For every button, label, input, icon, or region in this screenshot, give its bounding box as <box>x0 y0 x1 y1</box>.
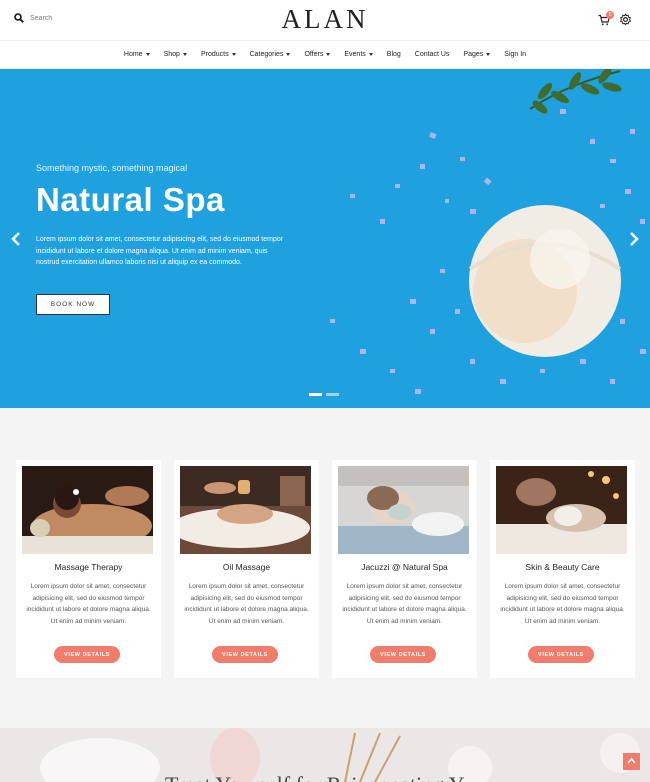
caret-down-icon <box>182 53 187 56</box>
promo-banner: Treat Yourself for Rejuvenating Y <box>0 728 650 782</box>
service-image[interactable] <box>22 466 153 554</box>
nav-item-label: Blog <box>386 51 401 58</box>
nav-item-events[interactable]: Events <box>344 51 373 58</box>
nav-item-label: Shop <box>163 51 180 58</box>
services-section: Massage Therapy Lorem ipsum dolor sit ame… <box>0 408 650 728</box>
hero-description: Lorem ipsum dolor sit amet, consectetur … <box>36 236 284 266</box>
nav-item-contact-us[interactable]: Contact Us <box>415 51 450 58</box>
nav-item-label: Contact Us <box>414 51 450 58</box>
slider-dot[interactable] <box>309 393 322 396</box>
view-details-button[interactable]: VIEW DETAILS <box>370 646 436 663</box>
nav-item-sign-in[interactable]: Sign In <box>504 51 526 58</box>
caret-down-icon <box>326 53 331 56</box>
site-logo[interactable]: ALAN <box>0 4 650 35</box>
service-card-oil-massage: Oil Massage Lorem ipsum dolor sit amet, c… <box>174 460 319 678</box>
main-nav: Home Shop Products Categories Offers Events Bl… <box>0 41 650 69</box>
service-title[interactable]: Oil Massage <box>174 562 319 572</box>
service-description: Lorem ipsum dolor sit amet, consectetur … <box>26 583 151 625</box>
nav-item-shop[interactable]: Shop <box>164 51 187 58</box>
cart-count-badge: 0 <box>606 11 614 19</box>
nav-item-label: Events <box>344 51 366 58</box>
view-details-button[interactable]: VIEW DETAILS <box>528 646 594 663</box>
promo-heading: Treat Yourself for Rejuvenating Y <box>165 772 465 782</box>
nav-item-offers[interactable]: Offers <box>304 51 331 58</box>
book-now-button[interactable]: BOOK NOW <box>36 294 110 315</box>
nav-item-home[interactable]: Home <box>124 51 150 58</box>
service-card-massage-therapy: Massage Therapy Lorem ipsum dolor sit ame… <box>16 460 161 678</box>
chevron-left-icon[interactable] <box>10 232 22 246</box>
chevron-right-icon[interactable] <box>628 232 640 246</box>
nav-item-label: Categories <box>249 51 284 58</box>
slider-dots <box>309 393 339 396</box>
service-description: Lorem ipsum dolor sit amet, consectetur … <box>342 583 467 625</box>
nav-item-label: Home <box>123 51 143 58</box>
caret-down-icon <box>286 53 291 56</box>
nav-item-categories[interactable]: Categories <box>250 51 291 58</box>
hero-title: Natural Spa <box>36 181 225 218</box>
nav-item-products[interactable]: Products <box>201 51 236 58</box>
nav-item-blog[interactable]: Blog <box>387 51 401 58</box>
nav-item-pages[interactable]: Pages <box>463 51 491 58</box>
slider-dot[interactable] <box>326 393 339 396</box>
view-details-button[interactable]: VIEW DETAILS <box>212 646 278 663</box>
top-header: ALAN 0 <box>0 0 650 41</box>
caret-down-icon <box>231 53 236 56</box>
service-title[interactable]: Jacuzzi @ Natural Spa <box>332 562 477 572</box>
caret-down-icon <box>368 53 373 56</box>
back-to-top-button[interactable] <box>623 753 640 770</box>
view-details-button[interactable]: VIEW DETAILS <box>54 646 120 663</box>
arrow-up-icon <box>627 757 636 764</box>
nav-item-label: Pages <box>463 51 484 58</box>
service-description: Lorem ipsum dolor sit amet, consectetur … <box>500 583 625 625</box>
service-image[interactable] <box>338 466 469 554</box>
nav-item-label: Sign In <box>504 51 527 58</box>
service-image[interactable] <box>180 466 311 554</box>
caret-down-icon <box>145 53 150 56</box>
caret-down-icon <box>486 53 491 56</box>
hero-slider: Something mystic, something magical Natu… <box>0 69 650 408</box>
nav-item-label: Offers <box>304 51 324 58</box>
service-title[interactable]: Massage Therapy <box>16 562 161 572</box>
service-image[interactable] <box>496 466 627 554</box>
nav-item-label: Products <box>200 51 229 58</box>
service-card-skin-beauty-care: Skin & Beauty Care Lorem ipsum dolor sit … <box>490 460 635 678</box>
service-title[interactable]: Skin & Beauty Care <box>490 562 635 572</box>
service-description: Lorem ipsum dolor sit amet, consectetur … <box>184 583 309 625</box>
hero-eyebrow: Something mystic, something magical <box>36 163 188 173</box>
service-card-jacuzzi-natural-spa: Jacuzzi @ Natural Spa Lorem ipsum dolor s… <box>332 460 477 678</box>
gear-icon[interactable] <box>619 13 632 26</box>
